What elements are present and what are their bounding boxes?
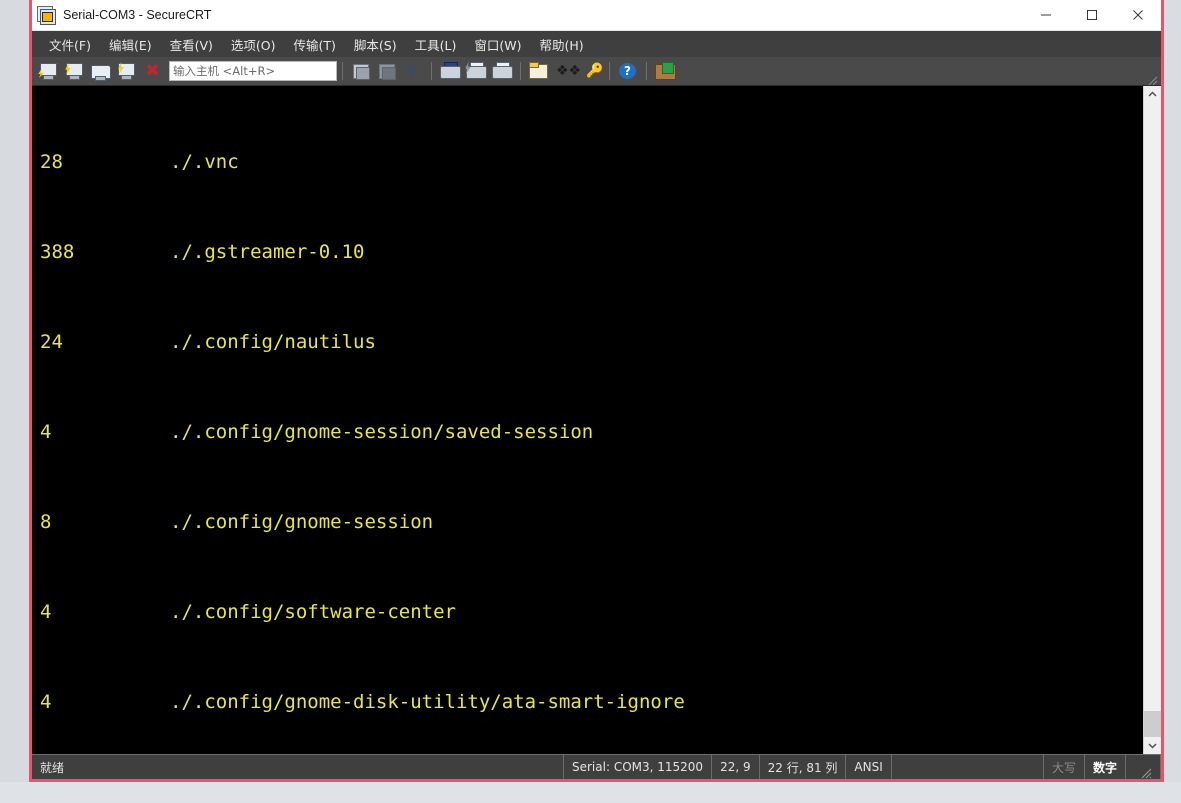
terminal-line: 4 ./.config/gnome-disk-utility/ata-smart-…	[40, 687, 1143, 717]
terminal-scrollbar[interactable]	[1143, 86, 1161, 754]
terminal-line: 4 ./.config/software-center	[40, 597, 1143, 627]
menu-edit[interactable]: 编辑(E)	[100, 32, 161, 57]
line-size: 4	[40, 421, 52, 443]
toolbar-separator-4	[609, 62, 610, 80]
maximize-button[interactable]	[1069, 0, 1115, 30]
scroll-up-icon[interactable]	[1144, 86, 1161, 103]
status-bar: 就绪 Serial: COM3, 115200 22, 9 22 行, 81 列…	[32, 754, 1161, 779]
scrollbar-thumb[interactable]	[1144, 711, 1161, 737]
window-resize-grip[interactable]	[1126, 755, 1161, 779]
toolbar-separator-2	[431, 62, 432, 80]
scrollbar-track[interactable]	[1144, 103, 1161, 737]
quick-connect-icon[interactable]	[63, 60, 87, 82]
print-icon[interactable]	[490, 60, 514, 82]
status-num-lock: 数字	[1085, 755, 1126, 779]
screenshot-root: Serial-COM3 - SecureCRT 文件(F) 编辑(E) 查看(V…	[0, 0, 1181, 803]
status-emulation: ANSI	[846, 755, 892, 779]
scroll-down-icon[interactable]	[1144, 737, 1161, 754]
line-path: ./.config/gnome-disk-utility/ata-smart-i…	[170, 691, 685, 713]
line-size: 4	[40, 601, 52, 623]
line-path: ./.vnc	[170, 151, 239, 173]
menu-options[interactable]: 选项(O)	[222, 32, 285, 57]
line-size: 388	[40, 241, 75, 263]
minimize-button[interactable]	[1023, 0, 1069, 30]
reconnect-icon[interactable]	[115, 60, 139, 82]
toolbar-resize-grip[interactable]	[1148, 73, 1158, 86]
line-size: 4	[40, 691, 52, 713]
window-title: Serial-COM3 - SecureCRT	[63, 8, 212, 22]
menu-view[interactable]: 查看(V)	[161, 32, 222, 57]
securecrt-window: Serial-COM3 - SecureCRT 文件(F) 编辑(E) 查看(V…	[32, 0, 1161, 779]
title-bar: Serial-COM3 - SecureCRT	[32, 0, 1161, 31]
log-session-icon[interactable]	[527, 60, 551, 82]
session-manager-icon[interactable]	[653, 60, 677, 82]
securecrt-window-icon	[37, 6, 56, 25]
capture-frame-bottom	[29, 779, 1164, 782]
key-icon[interactable]: 🔑	[579, 60, 603, 82]
tool-bar: ✖ 输入主机 <Alt+R> ⚲ ❖❖ 🔑 ?	[32, 57, 1161, 86]
menu-file[interactable]: 文件(F)	[40, 32, 100, 57]
terminal-line: 28 ./.vnc	[40, 147, 1143, 177]
help-icon[interactable]: ?	[616, 60, 640, 82]
menu-window[interactable]: 窗口(W)	[465, 32, 530, 57]
status-spacer	[892, 755, 1044, 779]
status-caps-lock: 大写	[1044, 755, 1085, 779]
line-path: ./.config/nautilus	[170, 331, 376, 353]
session-options-icon[interactable]: ❖❖	[553, 60, 581, 82]
disconnect-icon[interactable]: ✖	[141, 60, 165, 82]
terminal-line: 8 ./.config/gnome-session	[40, 507, 1143, 537]
capture-background-right	[1164, 0, 1181, 803]
toolbar-separator-3	[520, 62, 521, 80]
terminal-line: 24 ./.config/nautilus	[40, 327, 1143, 357]
paste-icon[interactable]	[375, 60, 399, 82]
host-input-placeholder: 输入主机 <Alt+R>	[173, 64, 276, 78]
status-serial: Serial: COM3, 115200	[564, 755, 713, 779]
terminal-screen[interactable]: 28 ./.vnc 388 ./.gstreamer-0.10 24 ./.confi…	[32, 86, 1143, 754]
line-size: 28	[40, 151, 63, 173]
capture-frame-right	[1161, 0, 1164, 782]
capture-background-bottom	[0, 782, 1181, 803]
status-ready: 就绪	[32, 755, 564, 779]
connect-icon[interactable]	[37, 60, 61, 82]
line-size: 8	[40, 511, 52, 533]
line-path: ./.gstreamer-0.10	[170, 241, 365, 263]
toolbar-separator-5	[646, 62, 647, 80]
toolbar-separator-1	[342, 62, 343, 80]
connect-sftp-tab-icon[interactable]	[89, 60, 113, 82]
close-button[interactable]	[1115, 0, 1161, 30]
terminal-line: 4 ./.config/gnome-session/saved-session	[40, 417, 1143, 447]
menu-tools[interactable]: 工具(L)	[406, 32, 466, 57]
window-controls	[1023, 0, 1161, 30]
line-path: ./.config/gnome-session	[170, 511, 434, 533]
ghost-artifact-1	[14, 108, 26, 134]
line-size: 24	[40, 331, 63, 353]
status-cursor-position: 22, 9	[712, 755, 760, 779]
menu-help[interactable]: 帮助(H)	[530, 32, 592, 57]
line-path: ./.config/software-center	[170, 601, 456, 623]
print-selection-icon[interactable]	[464, 60, 488, 82]
copy-icon[interactable]	[349, 60, 373, 82]
print-screen-icon[interactable]	[438, 60, 462, 82]
menu-script[interactable]: 脚本(S)	[345, 32, 406, 57]
terminal-line: 388 ./.gstreamer-0.10	[40, 237, 1143, 267]
host-input[interactable]: 输入主机 <Alt+R>	[169, 61, 337, 81]
find-icon[interactable]: ⚲	[401, 60, 425, 82]
menu-transfer[interactable]: 传输(T)	[285, 32, 345, 57]
line-path: ./.config/gnome-session/saved-session	[170, 421, 594, 443]
terminal-body: 28 ./.vnc 388 ./.gstreamer-0.10 24 ./.confi…	[32, 85, 1161, 754]
menu-bar: 文件(F) 编辑(E) 查看(V) 选项(O) 传输(T) 脚本(S) 工具(L…	[32, 31, 1161, 57]
status-dimensions: 22 行, 81 列	[760, 755, 847, 779]
